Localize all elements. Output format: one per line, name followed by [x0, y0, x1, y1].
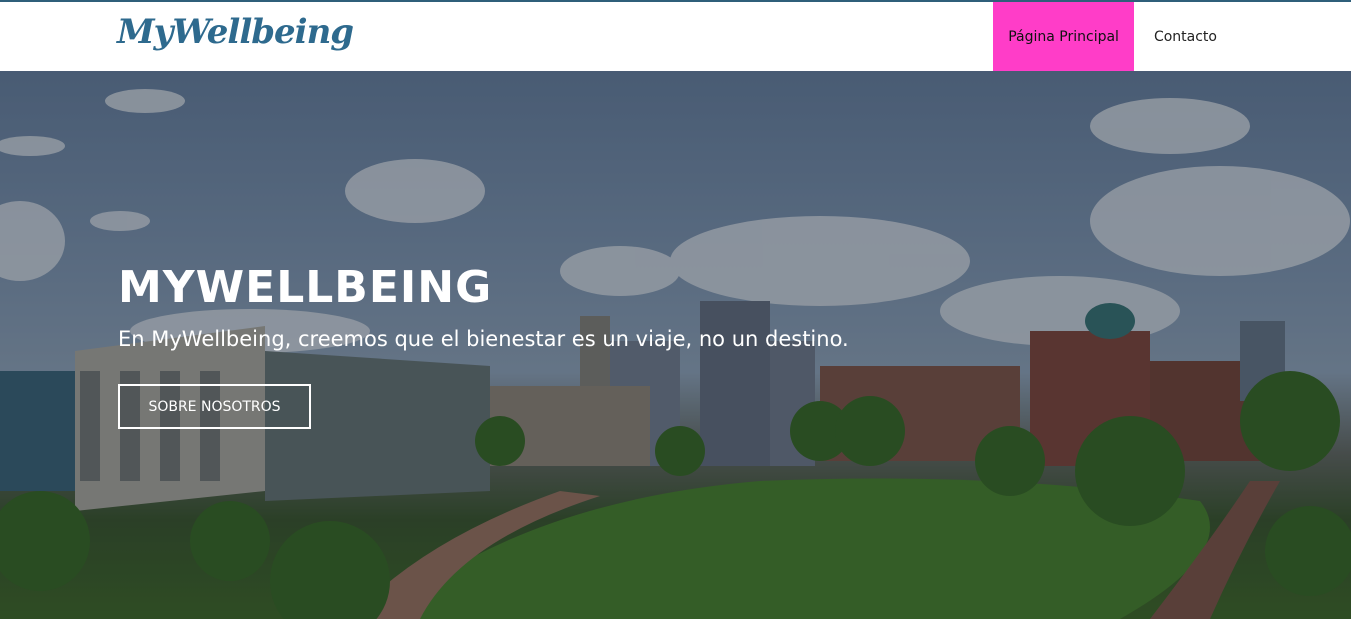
- hero-title: MYWELLBEING: [118, 262, 493, 313]
- site-logo[interactable]: MyWellbeing: [117, 10, 354, 54]
- nav-item-contact[interactable]: Contacto: [1134, 2, 1237, 71]
- hero-section: MYWELLBEING En MyWellbeing, creemos que …: [0, 71, 1351, 619]
- main-nav: Página Principal Contacto: [993, 2, 1237, 71]
- navbar: MyWellbeing Página Principal Contacto: [0, 2, 1351, 71]
- hero-subtitle: En MyWellbeing, creemos que el bienestar…: [118, 327, 849, 351]
- about-us-button[interactable]: SOBRE NOSOTROS: [118, 384, 311, 429]
- nav-item-home[interactable]: Página Principal: [993, 2, 1134, 71]
